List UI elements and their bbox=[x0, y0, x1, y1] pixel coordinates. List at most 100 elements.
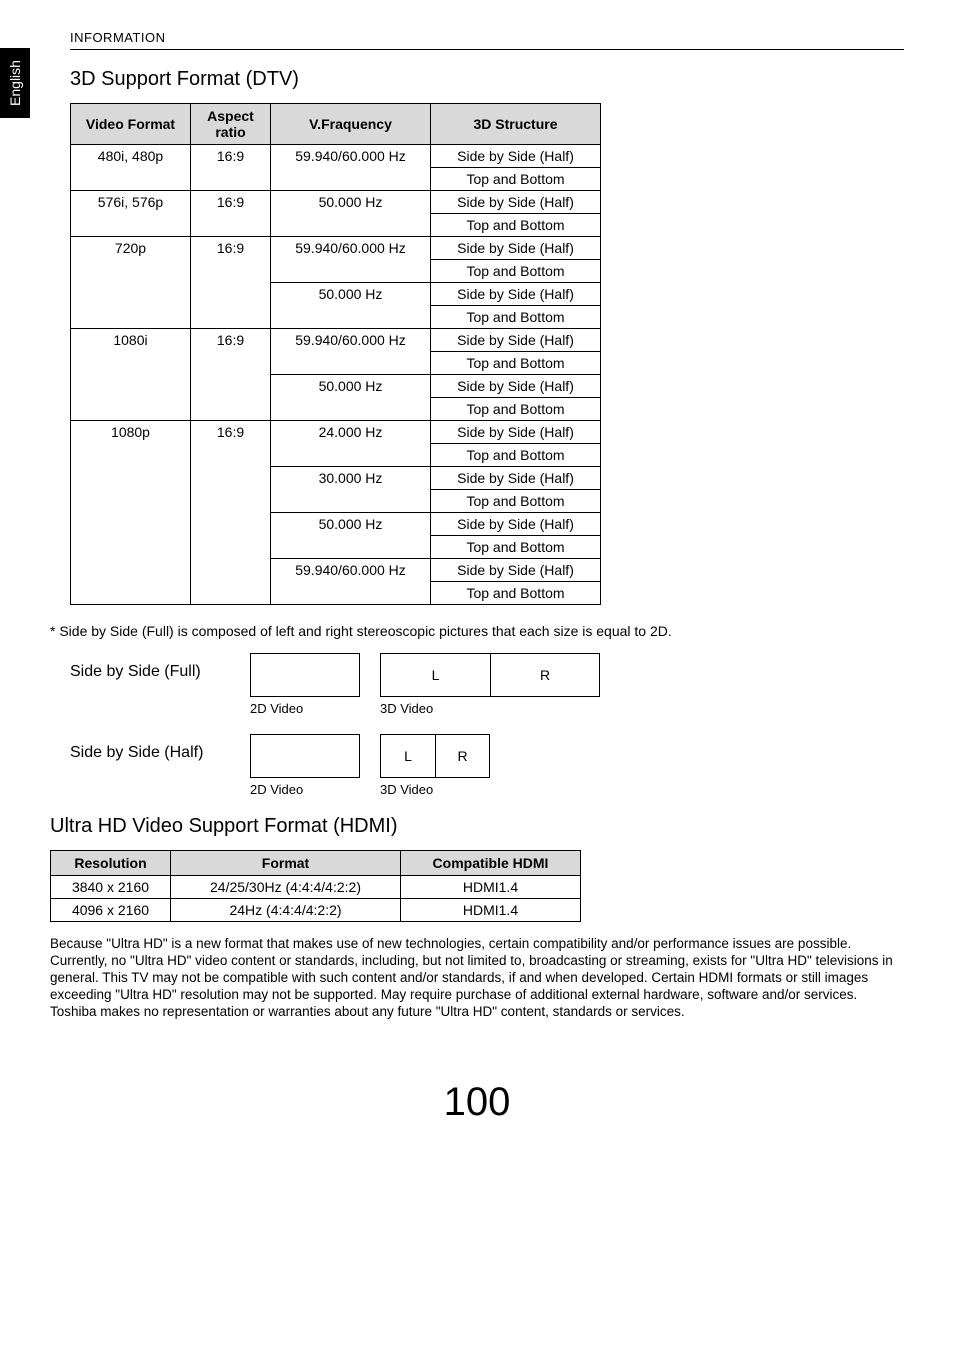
td: Top and Bottom bbox=[431, 260, 601, 283]
td: Side by Side (Half) bbox=[431, 559, 601, 582]
table-3d-support: Video Format Aspect ratio V.Fraquency 3D… bbox=[70, 103, 601, 605]
td bbox=[271, 536, 431, 559]
td bbox=[191, 467, 271, 490]
td: Top and Bottom bbox=[431, 306, 601, 329]
td bbox=[191, 283, 271, 306]
diagram-side-by-side-half: Side by Side (Half) 2D Video L R 3D Vide… bbox=[70, 734, 904, 797]
caption-3d: 3D Video bbox=[380, 701, 433, 716]
td: 4096 x 2160 bbox=[51, 899, 171, 922]
td: 24/25/30Hz (4:4:4/4:2:2) bbox=[171, 876, 401, 899]
td bbox=[71, 513, 191, 536]
th-resolution: Resolution bbox=[51, 851, 171, 876]
td: 480i, 480p bbox=[71, 145, 191, 168]
td: Top and Bottom bbox=[431, 444, 601, 467]
td: Top and Bottom bbox=[431, 490, 601, 513]
td: 1080p bbox=[71, 421, 191, 444]
diagram-side-by-side-full: Side by Side (Full) 2D Video L R 3D Vide… bbox=[70, 653, 904, 716]
td: Side by Side (Half) bbox=[431, 375, 601, 398]
td: Side by Side (Half) bbox=[431, 421, 601, 444]
td bbox=[271, 168, 431, 191]
half-L: L bbox=[381, 735, 435, 777]
td: 59.940/60.000 Hz bbox=[271, 145, 431, 168]
td: 59.940/60.000 Hz bbox=[271, 559, 431, 582]
td: 16:9 bbox=[191, 237, 271, 260]
td: 50.000 Hz bbox=[271, 513, 431, 536]
td: 576i, 576p bbox=[71, 191, 191, 214]
page-header: INFORMATION bbox=[70, 30, 904, 50]
half-R: R bbox=[490, 654, 599, 696]
td: 3840 x 2160 bbox=[51, 876, 171, 899]
th-3d-structure: 3D Structure bbox=[431, 104, 601, 145]
td bbox=[71, 467, 191, 490]
th-vfrequency: V.Fraquency bbox=[271, 104, 431, 145]
td: Top and Bottom bbox=[431, 352, 601, 375]
table-hdmi: Resolution Format Compatible HDMI 3840 x… bbox=[50, 850, 581, 922]
td bbox=[71, 536, 191, 559]
box-2d-full bbox=[250, 653, 360, 697]
td: 16:9 bbox=[191, 329, 271, 352]
footnote: * Side by Side (Full) is composed of lef… bbox=[50, 623, 904, 639]
diagram-label-full: Side by Side (Full) bbox=[70, 653, 250, 681]
td: 16:9 bbox=[191, 191, 271, 214]
diagram-label-half: Side by Side (Half) bbox=[70, 734, 250, 762]
td: 24.000 Hz bbox=[271, 421, 431, 444]
td: Side by Side (Half) bbox=[431, 329, 601, 352]
td bbox=[271, 306, 431, 329]
td bbox=[71, 559, 191, 582]
td bbox=[71, 444, 191, 467]
language-tab: English bbox=[0, 48, 30, 118]
section-3d-title: 3D Support Format (DTV) bbox=[70, 68, 904, 91]
th-format: Format bbox=[171, 851, 401, 876]
section-hdmi-title: Ultra HD Video Support Format (HDMI) bbox=[50, 815, 904, 838]
td bbox=[191, 398, 271, 421]
td bbox=[71, 582, 191, 605]
page-number: 100 bbox=[50, 1080, 904, 1125]
td bbox=[191, 582, 271, 605]
td: 59.940/60.000 Hz bbox=[271, 237, 431, 260]
td bbox=[71, 375, 191, 398]
td bbox=[71, 214, 191, 237]
td: 16:9 bbox=[191, 421, 271, 444]
td bbox=[191, 168, 271, 191]
caption-2d: 2D Video bbox=[250, 701, 303, 716]
td bbox=[191, 444, 271, 467]
td: Side by Side (Half) bbox=[431, 513, 601, 536]
td: HDMI1.4 bbox=[401, 876, 581, 899]
td bbox=[191, 490, 271, 513]
half-L: L bbox=[381, 654, 490, 696]
td bbox=[271, 582, 431, 605]
td: Top and Bottom bbox=[431, 214, 601, 237]
td bbox=[271, 260, 431, 283]
td: 59.940/60.000 Hz bbox=[271, 329, 431, 352]
td: Top and Bottom bbox=[431, 168, 601, 191]
td bbox=[271, 352, 431, 375]
td: 50.000 Hz bbox=[271, 191, 431, 214]
box-2d-half bbox=[250, 734, 360, 778]
td: Top and Bottom bbox=[431, 398, 601, 421]
td bbox=[271, 398, 431, 421]
td: 1080i bbox=[71, 329, 191, 352]
td bbox=[71, 352, 191, 375]
box-3d-half: L R bbox=[380, 734, 490, 778]
td: Top and Bottom bbox=[431, 536, 601, 559]
th-compatible-hdmi: Compatible HDMI bbox=[401, 851, 581, 876]
td: Side by Side (Half) bbox=[431, 145, 601, 168]
td: 16:9 bbox=[191, 145, 271, 168]
td bbox=[271, 214, 431, 237]
td bbox=[271, 444, 431, 467]
td: Top and Bottom bbox=[431, 582, 601, 605]
td: Side by Side (Half) bbox=[431, 283, 601, 306]
caption-3d: 3D Video bbox=[380, 782, 433, 797]
box-3d-full: L R bbox=[380, 653, 600, 697]
td bbox=[71, 306, 191, 329]
td: Side by Side (Half) bbox=[431, 237, 601, 260]
disclaimer: Because "Ultra HD" is a new format that … bbox=[50, 936, 904, 1020]
td bbox=[191, 559, 271, 582]
td bbox=[271, 490, 431, 513]
td: 30.000 Hz bbox=[271, 467, 431, 490]
th-video-format: Video Format bbox=[71, 104, 191, 145]
td bbox=[191, 214, 271, 237]
td bbox=[191, 352, 271, 375]
td bbox=[71, 398, 191, 421]
td: 50.000 Hz bbox=[271, 283, 431, 306]
